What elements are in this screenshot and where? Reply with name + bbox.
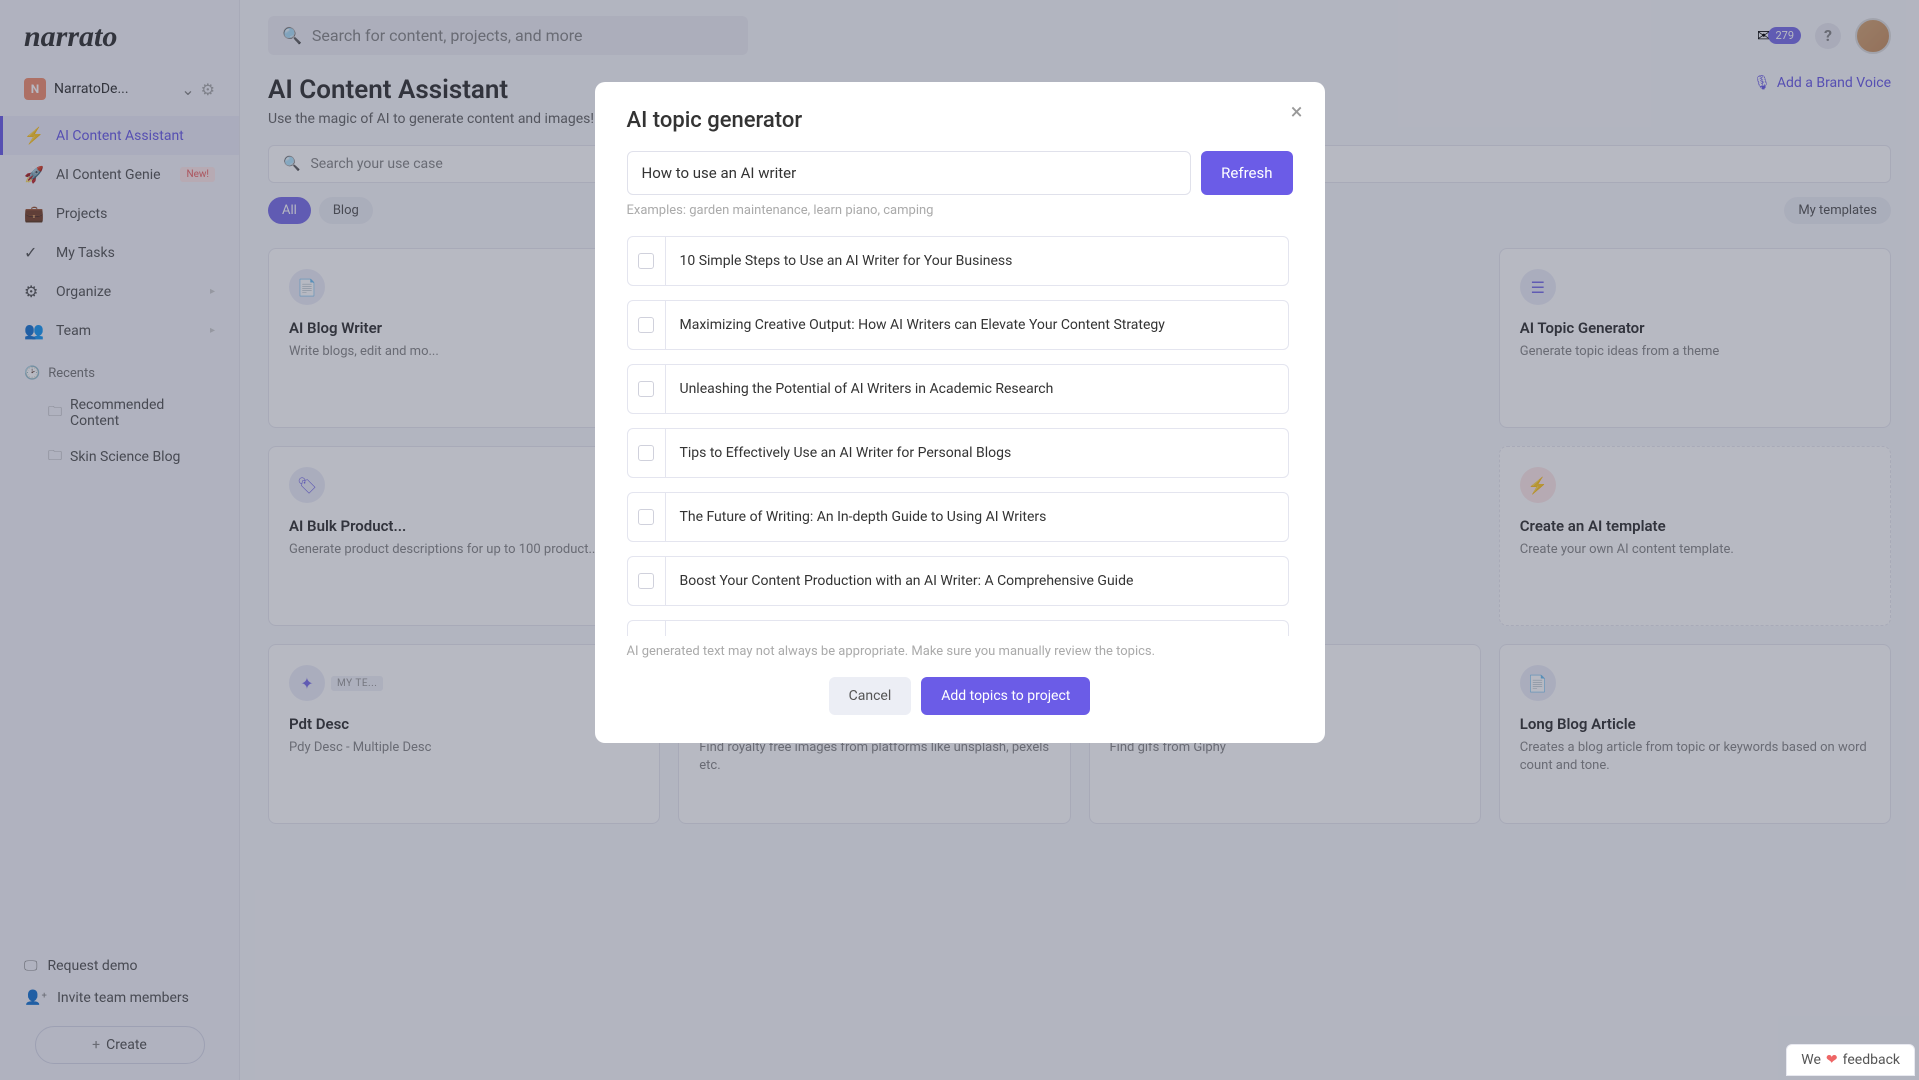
topic-text: AI Writers and SEO: How to Improve Your …	[666, 624, 1288, 636]
topic-checkbox[interactable]	[628, 621, 666, 636]
topic-checkbox[interactable]	[628, 493, 666, 541]
topic-generator-modal: × AI topic generator Refresh Examples: g…	[595, 82, 1325, 743]
add-topics-button[interactable]: Add topics to project	[921, 677, 1090, 715]
topics-list[interactable]: 10 Simple Steps to Use an AI Writer for …	[627, 236, 1293, 636]
modal-title: AI topic generator	[627, 108, 1293, 133]
topic-row[interactable]: 10 Simple Steps to Use an AI Writer for …	[627, 236, 1289, 286]
examples-text: Examples: garden maintenance, learn pian…	[627, 203, 1293, 218]
topic-checkbox[interactable]	[628, 237, 666, 285]
topic-checkbox[interactable]	[628, 301, 666, 349]
topic-checkbox[interactable]	[628, 429, 666, 477]
topic-text: Tips to Effectively Use an AI Writer for…	[666, 432, 1288, 474]
feedback-widget[interactable]: We ❤ feedback	[1786, 1044, 1915, 1076]
cancel-button[interactable]: Cancel	[829, 677, 912, 715]
topic-checkbox[interactable]	[628, 557, 666, 605]
close-button[interactable]: ×	[1291, 100, 1303, 125]
topic-text: The Future of Writing: An In-depth Guide…	[666, 496, 1288, 538]
topic-text: 10 Simple Steps to Use an AI Writer for …	[666, 240, 1288, 282]
close-icon: ×	[1291, 100, 1303, 125]
topic-row[interactable]: Tips to Effectively Use an AI Writer for…	[627, 428, 1289, 478]
topic-row[interactable]: AI Writers and SEO: How to Improve Your …	[627, 620, 1289, 636]
topic-text: Unleashing the Potential of AI Writers i…	[666, 368, 1288, 410]
heart-icon: ❤	[1826, 1052, 1838, 1068]
topic-text: Maximizing Creative Output: How AI Write…	[666, 304, 1288, 346]
topic-input[interactable]	[627, 151, 1192, 195]
refresh-button[interactable]: Refresh	[1201, 151, 1292, 195]
disclaimer: AI generated text may not always be appr…	[627, 644, 1293, 659]
modal-overlay: × AI topic generator Refresh Examples: g…	[0, 0, 1919, 1080]
topic-row[interactable]: Boost Your Content Production with an AI…	[627, 556, 1289, 606]
topic-text: Boost Your Content Production with an AI…	[666, 560, 1288, 602]
topic-checkbox[interactable]	[628, 365, 666, 413]
topic-row[interactable]: Unleashing the Potential of AI Writers i…	[627, 364, 1289, 414]
topic-row[interactable]: Maximizing Creative Output: How AI Write…	[627, 300, 1289, 350]
modal-actions: Cancel Add topics to project	[627, 677, 1293, 715]
topic-row[interactable]: The Future of Writing: An In-depth Guide…	[627, 492, 1289, 542]
